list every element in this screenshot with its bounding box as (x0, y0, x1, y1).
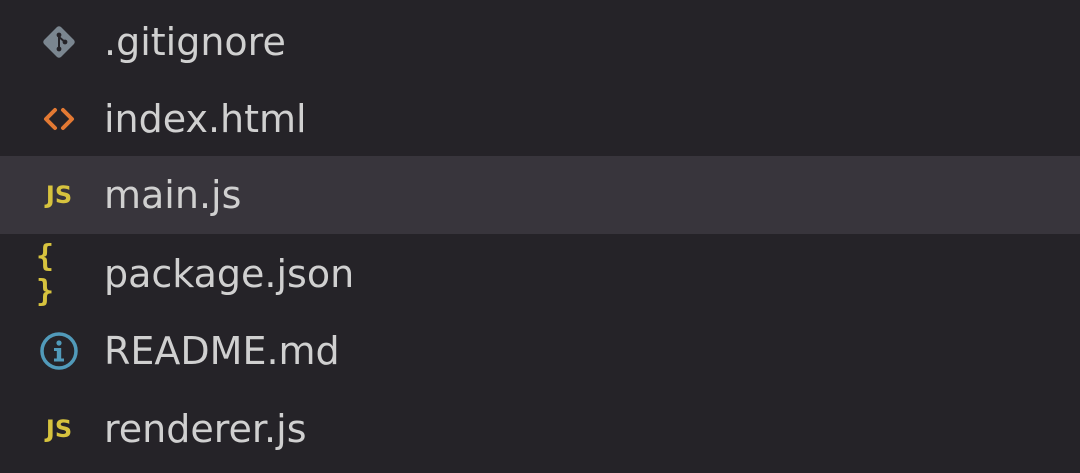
file-name: README.md (104, 329, 340, 373)
file-explorer-list: .gitignore index.html JS main.js { } pac… (0, 0, 1080, 473)
file-name: main.js (104, 173, 242, 217)
html-angle-brackets-icon (36, 96, 82, 142)
git-diamond-icon (36, 19, 82, 65)
json-braces-icon-label: { } (36, 239, 59, 309)
file-name: renderer.js (104, 407, 307, 451)
js-icon-label: JS (45, 415, 73, 443)
file-row-readme-md[interactable]: README.md (0, 312, 1080, 390)
json-braces-icon: { } (36, 239, 82, 309)
file-name: .gitignore (104, 20, 286, 64)
js-icon-label: JS (45, 181, 73, 209)
file-row-index-html[interactable]: index.html (0, 80, 1080, 158)
file-row-main-js[interactable]: JS main.js (0, 156, 1080, 234)
file-row-gitignore[interactable]: .gitignore (0, 3, 1080, 81)
file-name: package.json (104, 252, 355, 296)
file-name: index.html (104, 97, 307, 141)
js-icon: JS (36, 406, 82, 452)
js-icon: JS (36, 172, 82, 218)
file-row-renderer-js[interactable]: JS renderer.js (0, 390, 1080, 468)
file-row-package-json[interactable]: { } package.json (0, 235, 1080, 313)
info-circle-icon (36, 328, 82, 374)
